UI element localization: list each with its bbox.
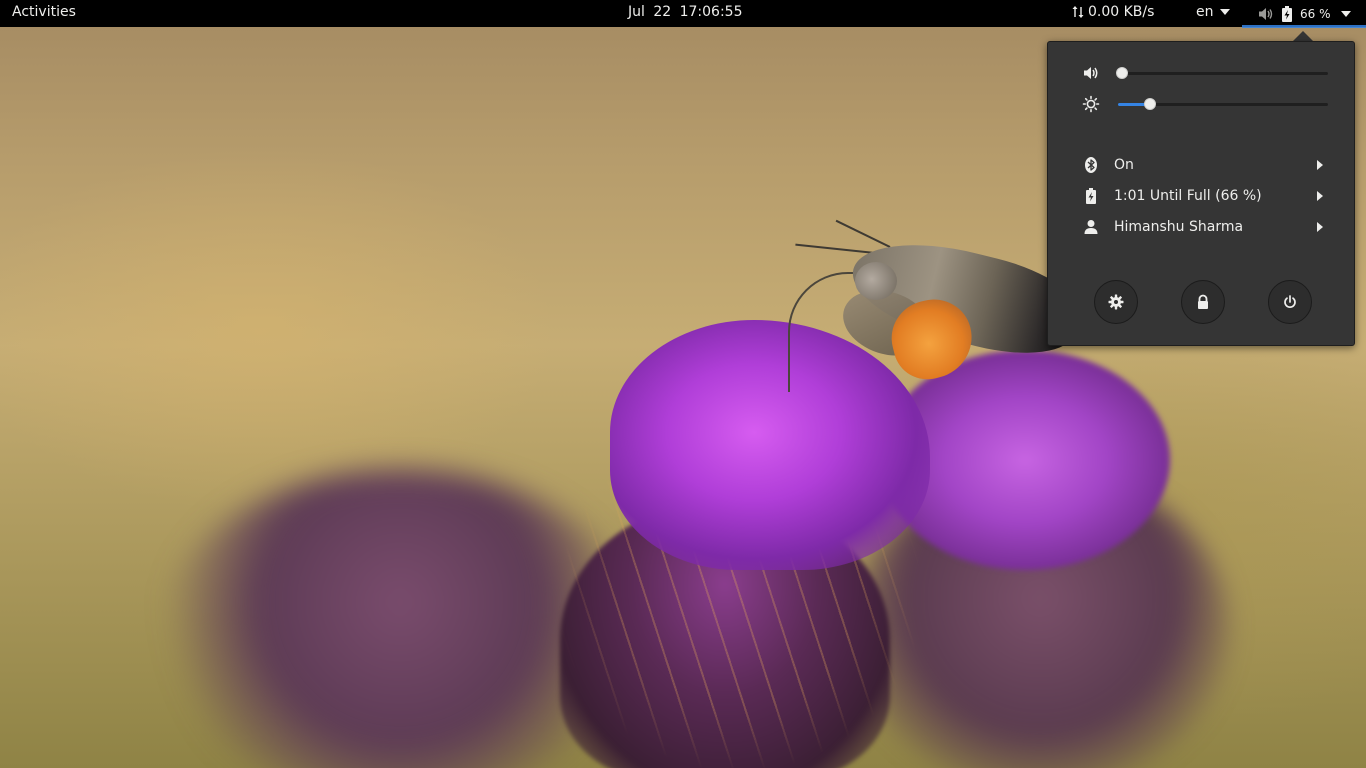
volume-row bbox=[1048, 61, 1354, 85]
speaker-icon bbox=[1084, 67, 1098, 79]
up-down-arrows-icon bbox=[1072, 6, 1084, 18]
lock-button[interactable] bbox=[1181, 280, 1225, 324]
user-icon bbox=[1084, 220, 1098, 234]
brightness-slider[interactable] bbox=[1118, 98, 1328, 110]
date-time-button[interactable]: Jul 22 17:06:55 bbox=[628, 4, 742, 20]
bluetooth-icon bbox=[1085, 157, 1097, 173]
wallpaper-moth-head bbox=[855, 262, 897, 300]
speaker-icon bbox=[1259, 7, 1273, 20]
brightness-row bbox=[1048, 92, 1354, 116]
bluetooth-status-label: On bbox=[1114, 157, 1134, 173]
keyboard-layout-text: en bbox=[1196, 4, 1214, 20]
user-name-label: Himanshu Sharma bbox=[1114, 219, 1244, 235]
network-speed-text: 0.00 KB/s bbox=[1088, 4, 1155, 20]
chevron-right-icon bbox=[1317, 191, 1323, 201]
chevron-right-icon bbox=[1317, 222, 1323, 232]
network-speed-indicator[interactable]: 0.00 KB/s bbox=[1072, 4, 1154, 20]
brightness-slider-handle[interactable] bbox=[1143, 98, 1156, 110]
wallpaper-flower-front bbox=[610, 320, 930, 570]
battery-charging-icon bbox=[1282, 5, 1292, 22]
user-menu-item[interactable]: Himanshu Sharma bbox=[1048, 212, 1354, 242]
brightness-icon bbox=[1082, 95, 1100, 113]
settings-button[interactable] bbox=[1094, 280, 1138, 324]
system-status-button[interactable]: 66 % bbox=[1244, 0, 1366, 27]
power-icon bbox=[1284, 295, 1296, 309]
chevron-down-icon bbox=[1340, 10, 1351, 17]
system-menu-popup: On 1:01 Until Full (66 %) Himanshu Sharm… bbox=[1047, 41, 1355, 346]
activities-button[interactable]: Activities bbox=[12, 4, 76, 20]
lock-icon bbox=[1198, 294, 1208, 309]
bluetooth-menu-item[interactable]: On bbox=[1048, 150, 1354, 180]
wallpaper-moth-antenna bbox=[835, 219, 891, 248]
wallpaper-moth-antenna bbox=[795, 243, 876, 254]
volume-slider-handle[interactable] bbox=[1116, 67, 1129, 79]
active-menu-indicator bbox=[1242, 25, 1366, 28]
gear-icon bbox=[1108, 294, 1124, 310]
keyboard-layout-button[interactable]: en bbox=[1196, 4, 1230, 20]
battery-percentage: 66 % bbox=[1300, 6, 1331, 21]
chevron-down-icon bbox=[1219, 9, 1230, 15]
top-panel: Activities Jul 22 17:06:55 0.00 KB/s en … bbox=[0, 0, 1366, 28]
chevron-right-icon bbox=[1317, 160, 1323, 170]
power-off-button[interactable] bbox=[1268, 280, 1312, 324]
battery-status-label: 1:01 Until Full (66 %) bbox=[1114, 188, 1262, 204]
power-menu-item[interactable]: 1:01 Until Full (66 %) bbox=[1048, 181, 1354, 211]
volume-slider[interactable] bbox=[1116, 67, 1328, 79]
battery-charging-icon bbox=[1086, 188, 1096, 204]
